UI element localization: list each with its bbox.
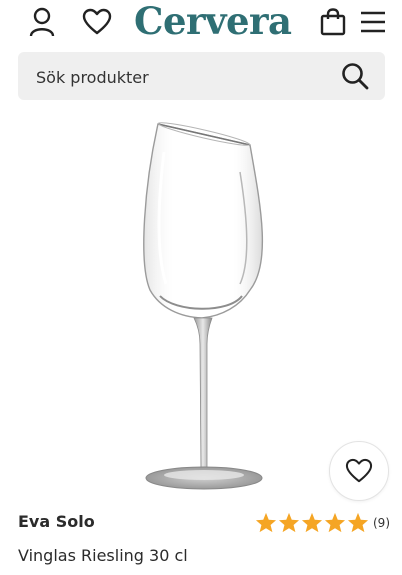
shopping-bag-icon[interactable] [318, 6, 348, 38]
product-name[interactable]: Vinglas Riesling 30 cl [18, 546, 188, 565]
cervera-logo[interactable]: Cervera [134, 0, 294, 44]
star-icon [255, 512, 277, 533]
star-icon [324, 512, 346, 533]
product-brand[interactable]: Eva Solo [18, 512, 95, 531]
add-to-favorites-button[interactable] [329, 441, 389, 501]
product-rating[interactable]: (9) [255, 512, 390, 533]
star-icon [301, 512, 323, 533]
heart-icon [345, 458, 373, 483]
search-bar [18, 52, 385, 102]
review-count: (9) [373, 515, 390, 530]
user-icon[interactable] [27, 6, 57, 38]
wishlist-heart-icon[interactable] [82, 6, 112, 38]
search-input[interactable] [34, 52, 338, 102]
star-icon [278, 512, 300, 533]
search-icon[interactable] [341, 62, 369, 90]
star-icon [347, 512, 369, 533]
site-header: Cervera [0, 0, 402, 44]
product-image[interactable] [100, 112, 320, 498]
menu-icon[interactable] [358, 6, 388, 38]
